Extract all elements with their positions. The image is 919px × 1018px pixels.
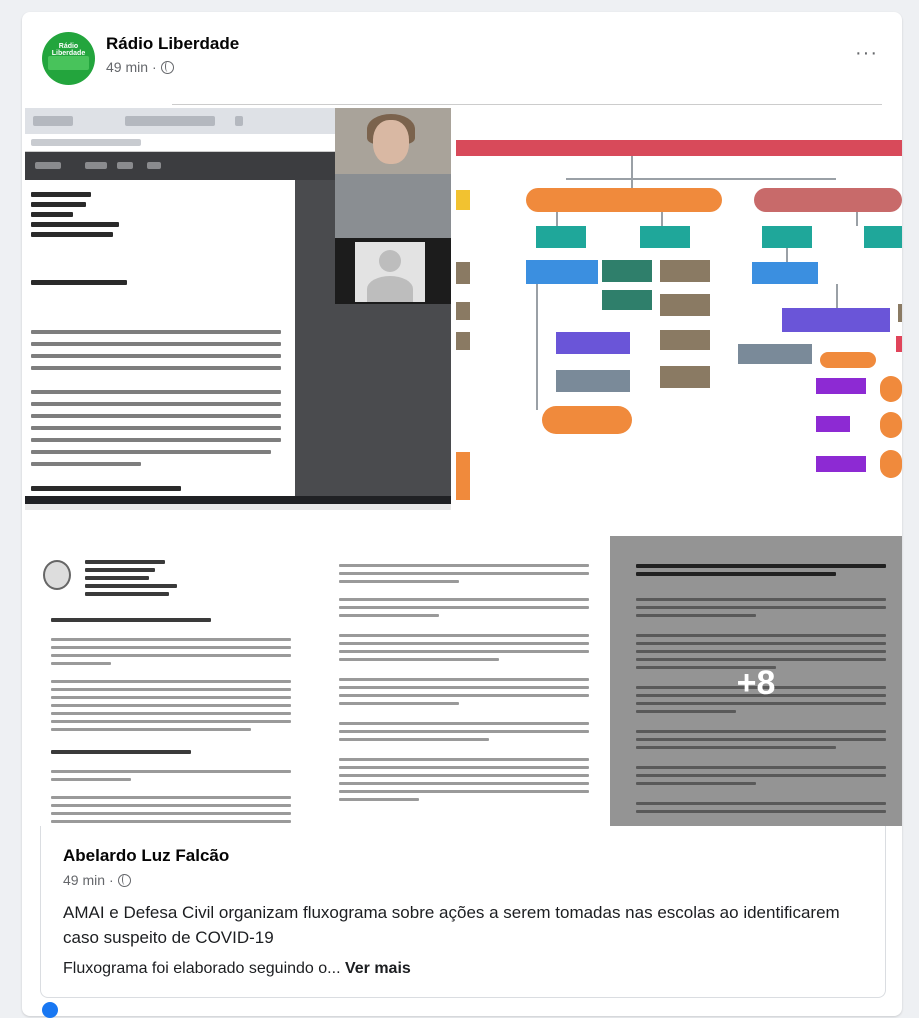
gallery-photo-more[interactable]: +8 (610, 536, 902, 826)
participant-video-2 (335, 174, 451, 238)
participant-video-1 (335, 108, 451, 174)
pdf-toolbar (25, 152, 335, 180)
shared-post-meta: 49 min · (63, 872, 131, 888)
browser-url-bar (25, 134, 335, 152)
more-photos-count: +8 (736, 664, 776, 702)
post-meta: 49 min · (106, 59, 174, 75)
taskbar (25, 496, 451, 504)
photo-gallery: +8 (22, 108, 902, 826)
shared-post-timestamp[interactable]: 49 min (63, 872, 105, 888)
more-options-icon[interactable]: ··· (855, 42, 878, 65)
see-more-link[interactable]: Ver mais (345, 960, 411, 977)
shared-post-snippet: Fluxograma foi elaborado seguindo o... V… (63, 960, 863, 978)
page-avatar[interactable]: Rádio Liberdade (42, 32, 95, 85)
page-name-link[interactable]: Rádio Liberdade (106, 34, 239, 54)
globe-icon (117, 873, 131, 887)
globe-icon (160, 60, 174, 74)
shared-author-name[interactable]: Abelardo Luz Falcão (63, 846, 229, 866)
pdf-page (25, 180, 295, 496)
user-placeholder-icon (379, 250, 401, 272)
post-timestamp[interactable]: 49 min (106, 59, 148, 75)
header-divider (172, 104, 882, 105)
gallery-photo-4[interactable] (315, 538, 610, 826)
shared-post-text: AMAI e Defesa Civil organizam fluxograma… (63, 903, 840, 947)
meta-separator: · (152, 59, 157, 75)
avatar-logo-text: Rádio Liberdade (51, 43, 86, 57)
gallery-photo-3[interactable] (25, 538, 315, 826)
feed-post: Rádio Liberdade Rádio Liberdade 49 min ·… (22, 12, 902, 1016)
gallery-photo-2[interactable] (456, 122, 902, 510)
document-seal (43, 560, 71, 590)
avatar-logo-mark (48, 56, 89, 70)
flowchart-header (456, 140, 902, 156)
participant-video-3 (335, 238, 451, 304)
shared-post-card[interactable]: Abelardo Luz Falcão 49 min · AMAI e Defe… (40, 826, 886, 998)
gallery-photo-1[interactable] (25, 108, 451, 510)
browser-tab-bar (25, 108, 335, 134)
meta-separator: · (109, 872, 114, 888)
post-header: Rádio Liberdade Rádio Liberdade 49 min ·… (42, 32, 882, 88)
snippet-text: Fluxograma foi elaborado seguindo o... (63, 960, 341, 977)
